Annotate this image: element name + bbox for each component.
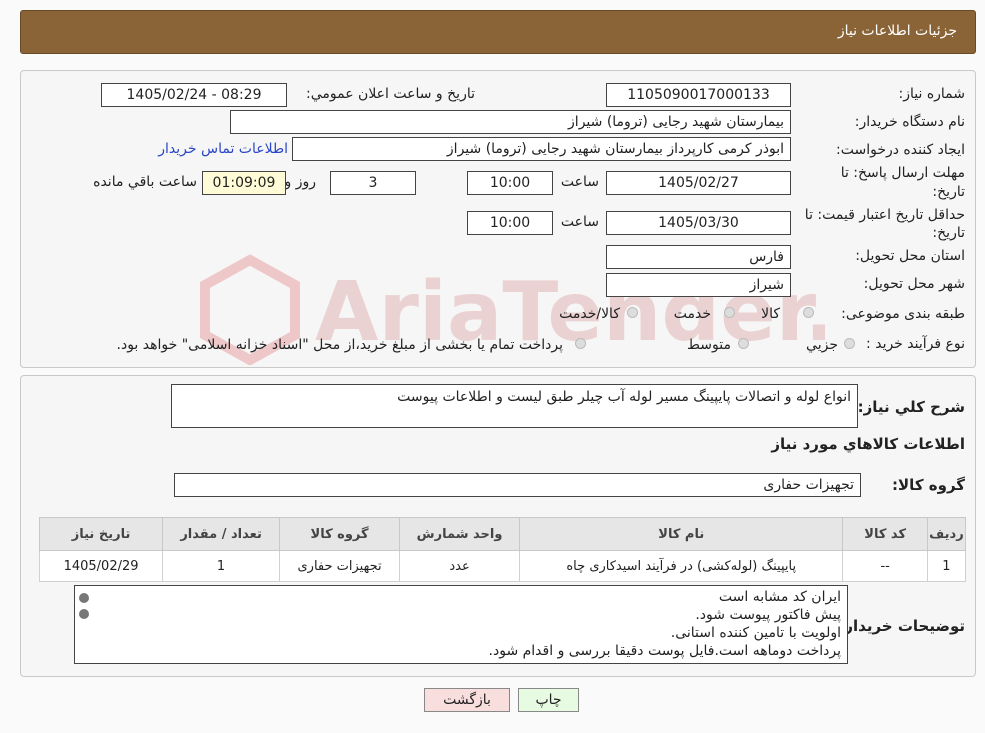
treasury-note: پرداخت تمام يا بخشی از مبلغ خريد،از محل … (116, 337, 563, 353)
cell-name: پایپینگ (لوله‌کشی) در فرآیند اسیدکاری چا… (519, 550, 844, 582)
validity-label-2: تاريخ: (932, 225, 965, 241)
col-group: گروه کالا (279, 517, 401, 551)
page-title: جزئیات اطلاعات نیاز (837, 23, 957, 39)
days-label: روز و (284, 174, 317, 190)
buyer-note-line: اولویت با تامین کننده استانی. (670, 625, 841, 641)
goods-group-field[interactable]: تجهیزات حفاری (174, 473, 861, 497)
validity-hour-label: ساعت (560, 214, 599, 230)
process-minor-label: جزيي (806, 337, 838, 353)
category-goods-radio[interactable] (803, 307, 814, 318)
col-code: کد کالا (842, 517, 928, 551)
table-row: 1 -- پایپینگ (لوله‌کشی) در فرآیند اسیدکا… (38, 550, 967, 582)
col-need-date: تاريخ نياز (38, 517, 164, 551)
goods-info-title: اطلاعات کالاهاي مورد نياز (771, 435, 965, 453)
province-label: استان محل تحويل: (855, 248, 965, 264)
remaining-label: ساعت باقي مانده (93, 174, 197, 190)
category-goods-service-label: کالا/خدمت (559, 306, 620, 322)
announce-date-label: تاریخ و ساعت اعلان عمومي: (306, 86, 475, 102)
back-button[interactable]: بازگشت (424, 688, 510, 712)
col-row: رديف (926, 517, 967, 551)
deadline-time-field[interactable]: 10:00 (467, 171, 553, 195)
treasury-checkbox[interactable] (575, 338, 586, 349)
requester-field[interactable]: ابوذر کرمی کارپرداز بیمارستان شهید رجایی… (292, 137, 791, 161)
buyer-note-line: پیش فاکتور پیوست شود. (695, 607, 841, 623)
cell-unit: عدد (399, 550, 521, 582)
process-medium-radio[interactable] (738, 338, 749, 349)
goods-table-wrap: رديف کد کالا نام کالا واحد شمارش گروه کا… (38, 517, 967, 582)
buyer-note-line: ایران کد مشابه است (718, 589, 841, 605)
col-quantity: تعداد / مقدار (162, 517, 281, 551)
buyer-notes-label: توضيحات خريدار: (838, 617, 965, 635)
buyer-org-field[interactable]: بیمارستان شهید رجایی (تروما) شیراز (230, 110, 791, 134)
deadline-label-2: تاريخ: (932, 184, 965, 200)
category-service-radio[interactable] (724, 307, 735, 318)
requester-label: ايجاد کننده درخواست: (836, 142, 965, 158)
province-field[interactable]: فارس (606, 245, 791, 269)
buyer-org-label: نام دستگاه خريدار: (854, 114, 965, 130)
city-label: شهر محل تحويل: (863, 276, 965, 292)
cell-group: تجهیزات حفاری (279, 550, 401, 582)
buyer-contact-link[interactable]: اطلاعات تماس خريدار (158, 141, 288, 157)
process-type-label: نوع فرآيند خريد : (866, 336, 965, 352)
goods-table: رديف کد کالا نام کالا واحد شمارش گروه کا… (38, 517, 967, 582)
category-goods-service-radio[interactable] (627, 307, 638, 318)
validity-label: حداقل تاريخ اعتبار قيمت: تا (804, 207, 965, 223)
remaining-time-field: 01:09:09 (202, 171, 286, 195)
validity-date-field[interactable]: 1405/03/30 (606, 211, 791, 235)
category-goods-label: کالا (761, 306, 780, 322)
table-header-row: رديف کد کالا نام کالا واحد شمارش گروه کا… (38, 517, 967, 551)
description-label: شرح کلي نياز: (857, 398, 965, 416)
col-name: نام کالا (519, 517, 844, 551)
category-label: طبقه بندی موضوعی: (841, 306, 965, 322)
scroll-up-icon[interactable] (79, 593, 89, 603)
scroll-down-icon[interactable] (79, 609, 89, 619)
print-button[interactable]: چاپ (518, 688, 579, 712)
description-textarea[interactable]: انواع لوله و اتصالات پایپینگ مسیر لوله آ… (171, 384, 858, 428)
validity-time-field[interactable]: 10:00 (467, 211, 553, 235)
deadline-hour-label: ساعت (560, 174, 599, 190)
city-field[interactable]: شيراز (606, 273, 791, 297)
category-service-label: خدمت (673, 306, 711, 322)
days-field[interactable]: 3 (330, 171, 416, 195)
col-unit: واحد شمارش (399, 517, 521, 551)
buyer-note-line: پرداخت دوماهه است.فایل پوست دقیقا بررسی … (488, 643, 841, 659)
need-number-label: شماره نیاز: (898, 86, 966, 102)
announce-date-field[interactable]: 1405/02/24 - 08:29 (101, 83, 287, 107)
process-minor-radio[interactable] (844, 338, 855, 349)
page-header: جزئیات اطلاعات نیاز (20, 10, 976, 54)
cell-code: -- (842, 550, 928, 582)
buyer-notes-textarea[interactable]: ایران کد مشابه است پیش فاکتور پیوست شود.… (74, 585, 848, 664)
deadline-date-field[interactable]: 1405/02/27 (606, 171, 791, 195)
notes-scrollbar[interactable] (76, 587, 92, 662)
cell-row: 1 (926, 550, 967, 582)
cell-need-date: 1405/02/29 (38, 550, 164, 582)
deadline-label: مهلت ارسال پاسخ: تا (840, 165, 965, 181)
process-medium-label: متوسط (687, 337, 731, 353)
need-number-field[interactable]: 1105090017000133 (606, 83, 791, 107)
cell-quantity: 1 (162, 550, 281, 582)
goods-group-label: گروه کالا: (892, 476, 965, 494)
